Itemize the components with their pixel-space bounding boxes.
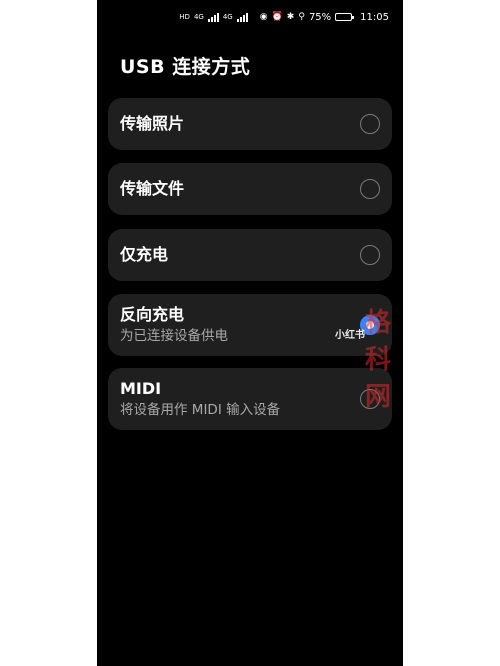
location-icon: ⚲ [298,12,305,22]
option-texts: 传输照片 [120,114,360,134]
clock: 11:05 [360,11,389,23]
signal-icon [207,12,219,22]
option-charge-only[interactable]: 仅充电 [108,229,392,281]
hd-indicator: HD [179,12,190,21]
battery-icon [335,13,355,21]
xiaohongshu-watermark: 小红书 [335,330,365,341]
option-midi[interactable]: MIDI 将设备用作 MIDI 输入设备 [108,368,392,430]
network-type-1: 4G [193,12,204,21]
option-label: 仅充电 [120,245,169,264]
battery-percent: 75% [308,11,332,23]
eye-icon: ◉ [259,12,268,22]
option-transfer-photos[interactable]: 传输照片 [108,98,392,150]
option-description: 将设备用作 MIDI 输入设备 [120,402,281,418]
option-texts: 传输文件 [120,179,360,199]
option-texts: MIDI 将设备用作 MIDI 输入设备 [120,379,360,419]
page-title: USB 连接方式 [120,56,251,78]
signal-icon-2 [236,12,248,22]
option-label: 反向充电 [120,305,185,324]
option-texts: 仅充电 [120,245,360,265]
bluetooth-icon: ✱ [286,12,295,22]
option-transfer-files[interactable]: 传输文件 [108,163,392,215]
option-reverse-charging[interactable]: 反向充电 为已连接设备供电 [108,294,392,356]
status-bar: HD 4G 4G ◉ ⏰ ✱ ⚲ 75% 11:05 [179,10,389,24]
radio-button[interactable] [360,179,380,199]
radio-button[interactable] [360,114,380,134]
site-watermark: 格科网 [365,308,393,412]
option-label: 传输照片 [120,114,185,133]
radio-button[interactable] [360,245,380,265]
network-type-2: 4G [222,12,233,21]
phone-screen: HD 4G 4G ◉ ⏰ ✱ ⚲ 75% 11:05 USB 连接方式 传输照片… [97,0,403,666]
option-label: MIDI [120,379,162,398]
option-label: 传输文件 [120,179,185,198]
option-description: 为已连接设备供电 [120,328,228,344]
alarm-icon: ⏰ [271,12,283,22]
option-texts: 反向充电 为已连接设备供电 [120,305,360,345]
